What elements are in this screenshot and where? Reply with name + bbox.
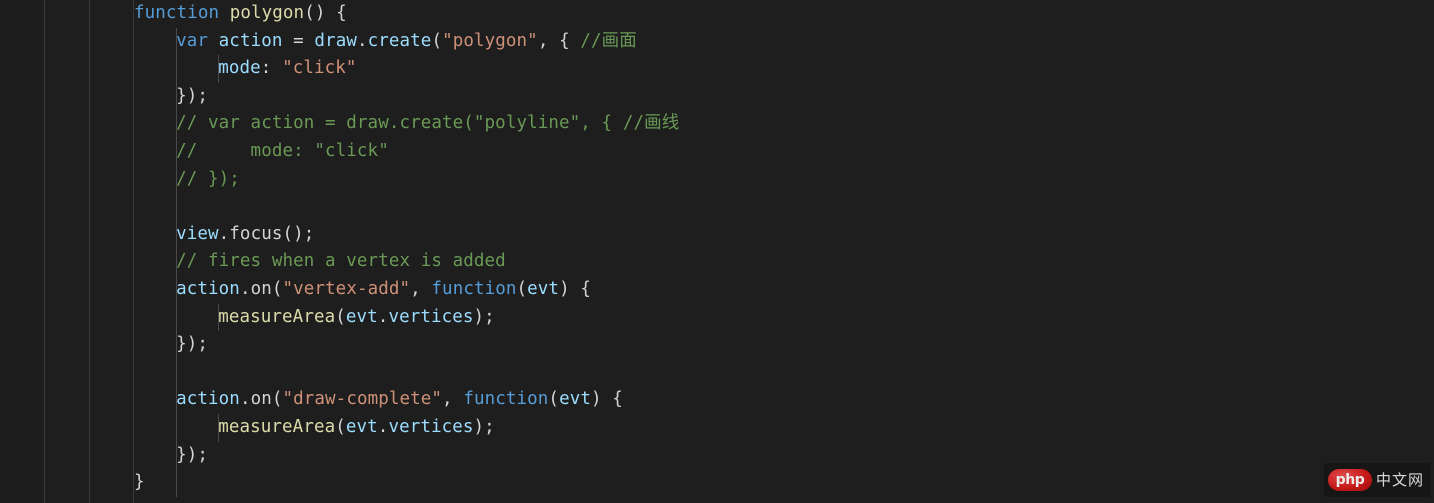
code-token: function <box>431 278 517 299</box>
code-line[interactable]: action.on("draw-complete", function(evt)… <box>134 386 1434 414</box>
code-token: // mode: "click" <box>176 140 389 161</box>
code-line[interactable]: }); <box>134 331 1434 359</box>
code-token: ( <box>335 306 346 327</box>
code-token: vertices <box>388 416 474 437</box>
code-token: create <box>367 30 432 51</box>
code-token: on <box>250 278 272 299</box>
code-token: ( <box>271 278 283 299</box>
code-line[interactable]: }); <box>134 83 1434 111</box>
code-token: (); <box>282 223 315 244</box>
code-line[interactable]: mode: "click" <box>134 55 1434 83</box>
site-watermark: php 中文网 <box>1323 463 1430 497</box>
code-line[interactable]: // fires when a vertex is added <box>134 248 1434 276</box>
code-token: ) { <box>590 389 623 410</box>
code-token: on <box>250 389 272 410</box>
code-line[interactable]: action.on("vertex-add", function(evt) { <box>134 276 1434 304</box>
code-token: , <box>410 278 432 299</box>
code-content-area[interactable]: function polygon() {var action = draw.cr… <box>134 0 1434 503</box>
code-token: evt <box>345 416 378 437</box>
code-token: }); <box>176 334 209 355</box>
code-token: function <box>134 3 220 23</box>
code-editor: function polygon() {var action = draw.cr… <box>0 0 1434 503</box>
code-line[interactable]: // var action = draw.create("polyline", … <box>134 110 1434 138</box>
code-token: . <box>377 306 389 327</box>
code-token: . <box>239 389 251 410</box>
code-token: action <box>218 30 283 51</box>
code-line[interactable] <box>134 359 1434 387</box>
code-token: : <box>260 58 283 79</box>
code-token: ( <box>548 389 560 410</box>
code-token: . <box>356 30 368 51</box>
code-token: ( <box>335 416 346 437</box>
code-token: ( <box>271 389 283 410</box>
code-line[interactable]: } <box>134 469 1434 497</box>
code-line[interactable]: var action = draw.create("polygon", { //… <box>134 28 1434 56</box>
code-token: focus <box>229 223 283 244</box>
panel-divider-1 <box>44 0 45 503</box>
code-token: evt <box>345 306 378 327</box>
code-token: "draw-complete" <box>282 389 443 410</box>
code-token: var <box>176 30 209 51</box>
code-token: polygon <box>229 3 305 23</box>
code-line[interactable]: // }); <box>134 166 1434 194</box>
code-token: }); <box>176 444 209 465</box>
php-logo-badge: php <box>1327 469 1372 491</box>
watermark-text: 中文网 <box>1375 471 1424 489</box>
code-token: }); <box>176 85 209 106</box>
code-token: . <box>239 278 251 299</box>
code-token: ) { <box>559 278 591 299</box>
code-token: vertices <box>388 306 474 327</box>
code-token: measureArea <box>218 416 336 437</box>
code-line[interactable]: }); <box>134 442 1434 470</box>
code-token: view <box>176 223 219 244</box>
code-token: // var action = draw.create("polyline", … <box>176 113 680 134</box>
code-token: . <box>377 416 389 437</box>
code-token: ); <box>473 416 495 437</box>
code-token: ( <box>516 278 528 299</box>
code-line[interactable]: measureArea(evt.vertices); <box>134 304 1434 332</box>
code-token: "vertex-add" <box>282 278 411 299</box>
code-token: = <box>282 30 315 51</box>
code-token: mode <box>218 58 261 79</box>
code-token: draw <box>314 30 357 51</box>
code-token: ); <box>473 306 495 327</box>
code-token: "polygon" <box>442 30 538 51</box>
code-line[interactable]: // mode: "click" <box>134 138 1434 166</box>
code-token: //画面 <box>580 30 637 51</box>
code-line[interactable]: view.focus(); <box>134 221 1434 249</box>
panel-divider-2 <box>89 0 90 503</box>
code-token: action <box>176 278 240 299</box>
indent-guide <box>176 27 178 497</box>
indent-guide <box>218 303 220 332</box>
indent-guide <box>218 414 220 442</box>
code-token: , <box>442 389 464 410</box>
code-token: } <box>134 472 145 493</box>
indent-guide <box>218 55 220 83</box>
code-token: . <box>218 223 230 244</box>
code-token: function <box>463 389 549 410</box>
code-token: // }); <box>176 168 240 189</box>
code-token: ( <box>431 30 443 51</box>
code-line[interactable]: function polygon() { <box>134 0 1434 28</box>
code-token: , { <box>537 30 581 51</box>
code-token: "click" <box>282 58 357 79</box>
code-line[interactable] <box>134 193 1434 221</box>
code-token: action <box>176 389 240 410</box>
code-token: evt <box>527 278 560 299</box>
code-line[interactable]: measureArea(evt.vertices); <box>134 414 1434 442</box>
code-token: evt <box>559 389 591 410</box>
code-token: () { <box>304 3 347 23</box>
editor-left-gutter <box>0 0 44 503</box>
code-token: measureArea <box>218 306 336 327</box>
code-token: // fires when a vertex is added <box>176 251 506 272</box>
